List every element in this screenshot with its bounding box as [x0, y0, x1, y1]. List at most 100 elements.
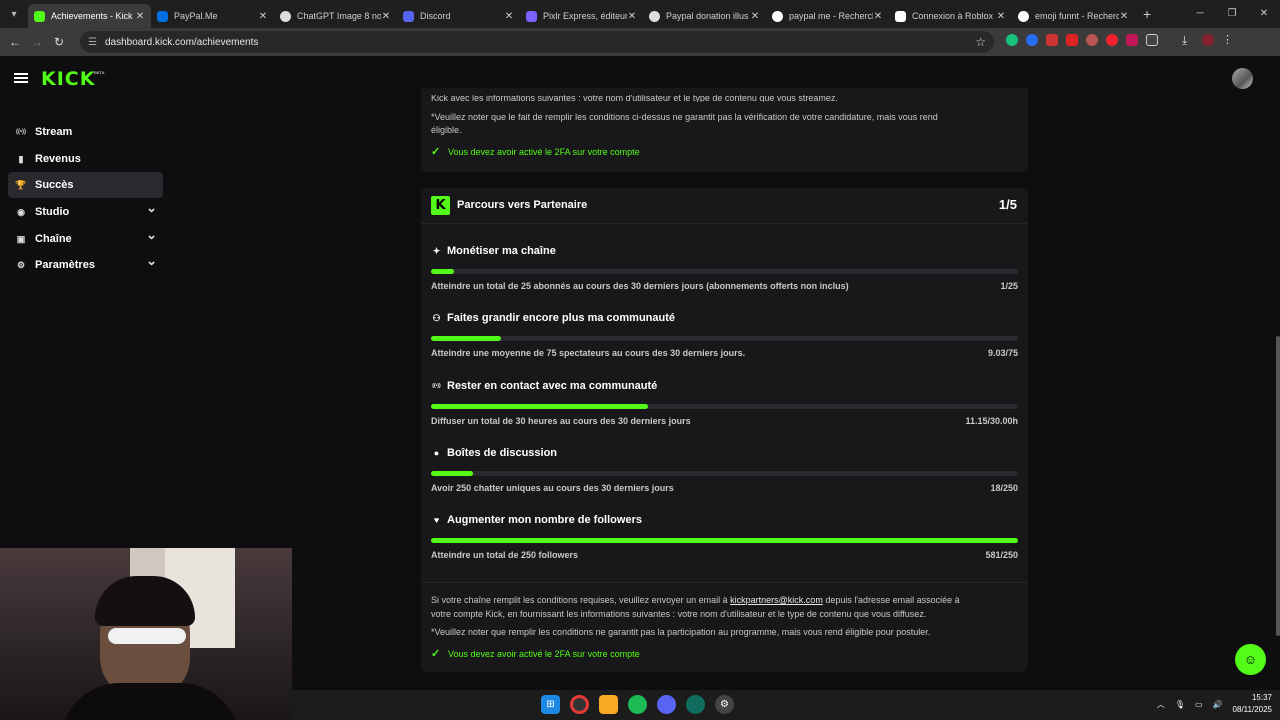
beta-badge: BETA: [94, 70, 105, 75]
browser-tab[interactable]: emoji funnt - Recherc ✕: [1012, 4, 1135, 28]
extension-6-icon[interactable]: [1106, 34, 1118, 46]
spotify-icon[interactable]: [628, 695, 647, 714]
verification-note: *Veuillez noter que le fait de remplir l…: [431, 112, 938, 122]
windows-start-icon[interactable]: ⊞: [541, 695, 560, 714]
window-controls: ─ ❐ ✕: [1184, 0, 1280, 28]
restore-icon[interactable]: ❐: [1216, 0, 1248, 28]
close-window-icon[interactable]: ✕: [1248, 0, 1280, 28]
chevron-down-icon[interactable]: ⌄: [146, 227, 157, 243]
reload-icon[interactable]: ↻: [48, 35, 70, 49]
pixlr-favicon: [526, 10, 537, 22]
partner-footer-note: *Veuillez noter que remplir les conditio…: [431, 627, 931, 637]
support-chat-button[interactable]: ☺: [1235, 644, 1266, 675]
footer-text-post: depuis l'adresse email associée à: [822, 595, 960, 605]
close-tab-icon[interactable]: ✕: [504, 11, 514, 22]
browser-tab[interactable]: paypal me - Recherch ✕: [766, 4, 889, 28]
address-bar[interactable]: ☰ dashboard.kick.com/achievements ☆: [80, 31, 994, 53]
sidebar-item-label: Succès: [35, 179, 74, 191]
site-info-icon[interactable]: ☰: [88, 37, 97, 48]
close-tab-icon[interactable]: ✕: [135, 11, 145, 22]
tab-title: Connexion à Roblox: [912, 11, 994, 21]
goal-title: Augmenter mon nombre de followers: [447, 514, 642, 526]
hamburger-menu-icon[interactable]: [14, 73, 28, 83]
extensions-puzzle-icon[interactable]: [1146, 34, 1158, 46]
app-icon[interactable]: [686, 695, 705, 714]
minimize-icon[interactable]: ─: [1184, 0, 1216, 28]
extension-7-icon[interactable]: [1126, 34, 1138, 46]
tab-title: ChatGPT Image 8 nov: [297, 11, 381, 21]
sidebar-item-chaîne[interactable]: ▣ Chaîne ⌄: [8, 226, 163, 252]
extension-2-icon[interactable]: [1026, 34, 1038, 46]
chrome-icon[interactable]: [570, 695, 589, 714]
page-scrollbar[interactable]: [1276, 336, 1280, 636]
browser-tab[interactable]: ChatGPT Image 8 nov ✕: [274, 4, 397, 28]
clock-date: 08/11/2025: [1232, 705, 1272, 714]
close-tab-icon[interactable]: ✕: [258, 11, 268, 22]
close-tab-icon[interactable]: ✕: [1119, 11, 1129, 22]
roblox-favicon: [895, 10, 906, 22]
volume-icon[interactable]: 🔊: [1213, 700, 1223, 709]
tab-title: Achievements - Kick: [51, 11, 133, 21]
close-tab-icon[interactable]: ✕: [627, 11, 637, 22]
clock[interactable]: 15:37 08/11/2025: [1233, 692, 1272, 716]
goal-progress-bar: [431, 471, 1018, 476]
chevron-down-icon[interactable]: ⌄: [146, 200, 157, 216]
close-tab-icon[interactable]: ✕: [873, 11, 883, 22]
sidebar-item-studio[interactable]: ◉ Studio ⌄: [8, 199, 163, 225]
browser-tab[interactable]: Connexion à Roblox ✕: [889, 4, 1012, 28]
extension-1-icon[interactable]: [1006, 34, 1018, 46]
user-avatar[interactable]: [1232, 68, 1253, 89]
file-explorer-icon[interactable]: [599, 695, 618, 714]
goal-value: 9.03/75: [987, 348, 1018, 358]
partner-progress: 1/5: [998, 197, 1017, 212]
bookmark-star-icon[interactable]: ☆: [975, 35, 986, 49]
back-icon[interactable]: ←: [4, 35, 26, 49]
goal-value: 18/250: [990, 483, 1018, 493]
close-tab-icon[interactable]: ✕: [996, 11, 1006, 22]
browser-tab[interactable]: Pixlr Express, éditeur ✕: [520, 4, 643, 28]
goal-value: 1/25: [1000, 281, 1018, 291]
goal-progress-fill: [431, 269, 455, 274]
tab-title: PayPal.Me: [174, 11, 218, 21]
extension-4-icon[interactable]: [1066, 34, 1078, 46]
discord-icon[interactable]: [657, 695, 676, 714]
sidebar-item-paramètres[interactable]: ⚙ Paramètres ⌄: [8, 252, 163, 278]
goal-progress-fill: [431, 471, 474, 476]
extension-3-icon[interactable]: [1046, 34, 1058, 46]
windows-taskbar: ⊞ ⚙ ︿ 🎙 ▭ 🔊 15:37 08/11/2025: [292, 690, 1280, 720]
extensions-area: ⤓ ⋮: [1006, 34, 1234, 46]
network-icon[interactable]: ▭: [1195, 700, 1203, 709]
tab-title: Pixlr Express, éditeur: [543, 11, 627, 21]
tray-chevron-icon[interactable]: ︿: [1157, 699, 1165, 710]
new-tab-button[interactable]: +: [1143, 6, 1151, 22]
browser-tab-bar: ▾ Achievements - Kick ✕ PayPal.Me ✕ ChatGPT …: [0, 0, 1280, 28]
close-tab-icon[interactable]: ✕: [750, 11, 760, 22]
verification-note-end: éligible.: [431, 125, 462, 135]
achievement-goal: ⚇ Faites grandir encore plus ma communaut…: [431, 310, 1018, 360]
forward-icon[interactable]: →: [26, 35, 48, 49]
kick-logo[interactable]: KICK: [41, 68, 95, 90]
close-tab-icon[interactable]: ✕: [381, 11, 391, 22]
browser-tab[interactable]: Discord ✕: [397, 4, 520, 28]
sidebar-item-label: Revenus: [35, 153, 81, 165]
chevron-down-icon[interactable]: ⌄: [146, 253, 157, 269]
mic-icon[interactable]: 🎙: [1175, 700, 1185, 709]
chat-icon: ●: [433, 448, 440, 458]
partner-footer-line2: votre compte Kick, en fournissant les in…: [431, 609, 927, 619]
browser-tab[interactable]: PayPal.Me ✕: [151, 4, 274, 28]
sidebar-item-succès[interactable]: 🏆 Succès: [8, 172, 163, 198]
sidebar-item-stream[interactable]: ((•)) Stream: [8, 119, 163, 145]
browser-menu-icon[interactable]: ⋮: [1222, 34, 1234, 46]
browser-tab[interactable]: Paypal donation illus ✕: [643, 4, 766, 28]
profile-icon[interactable]: [1202, 34, 1214, 46]
sidebar-item-label: Chaîne: [35, 233, 72, 245]
browser-tab[interactable]: Achievements - Kick ✕: [28, 4, 151, 28]
tab-search-icon[interactable]: ▾: [4, 4, 24, 24]
extension-5-icon[interactable]: [1086, 34, 1098, 46]
download-icon[interactable]: ⤓: [1182, 34, 1194, 46]
settings-app-icon[interactable]: ⚙: [715, 695, 734, 714]
partner-email-link[interactable]: kickpartners@kick.com: [730, 595, 823, 605]
sidebar-item-label: Paramètres: [35, 259, 95, 271]
sidebar-item-revenus[interactable]: ▮ Revenus: [8, 146, 163, 172]
goal-value: 581/250: [985, 550, 1018, 560]
